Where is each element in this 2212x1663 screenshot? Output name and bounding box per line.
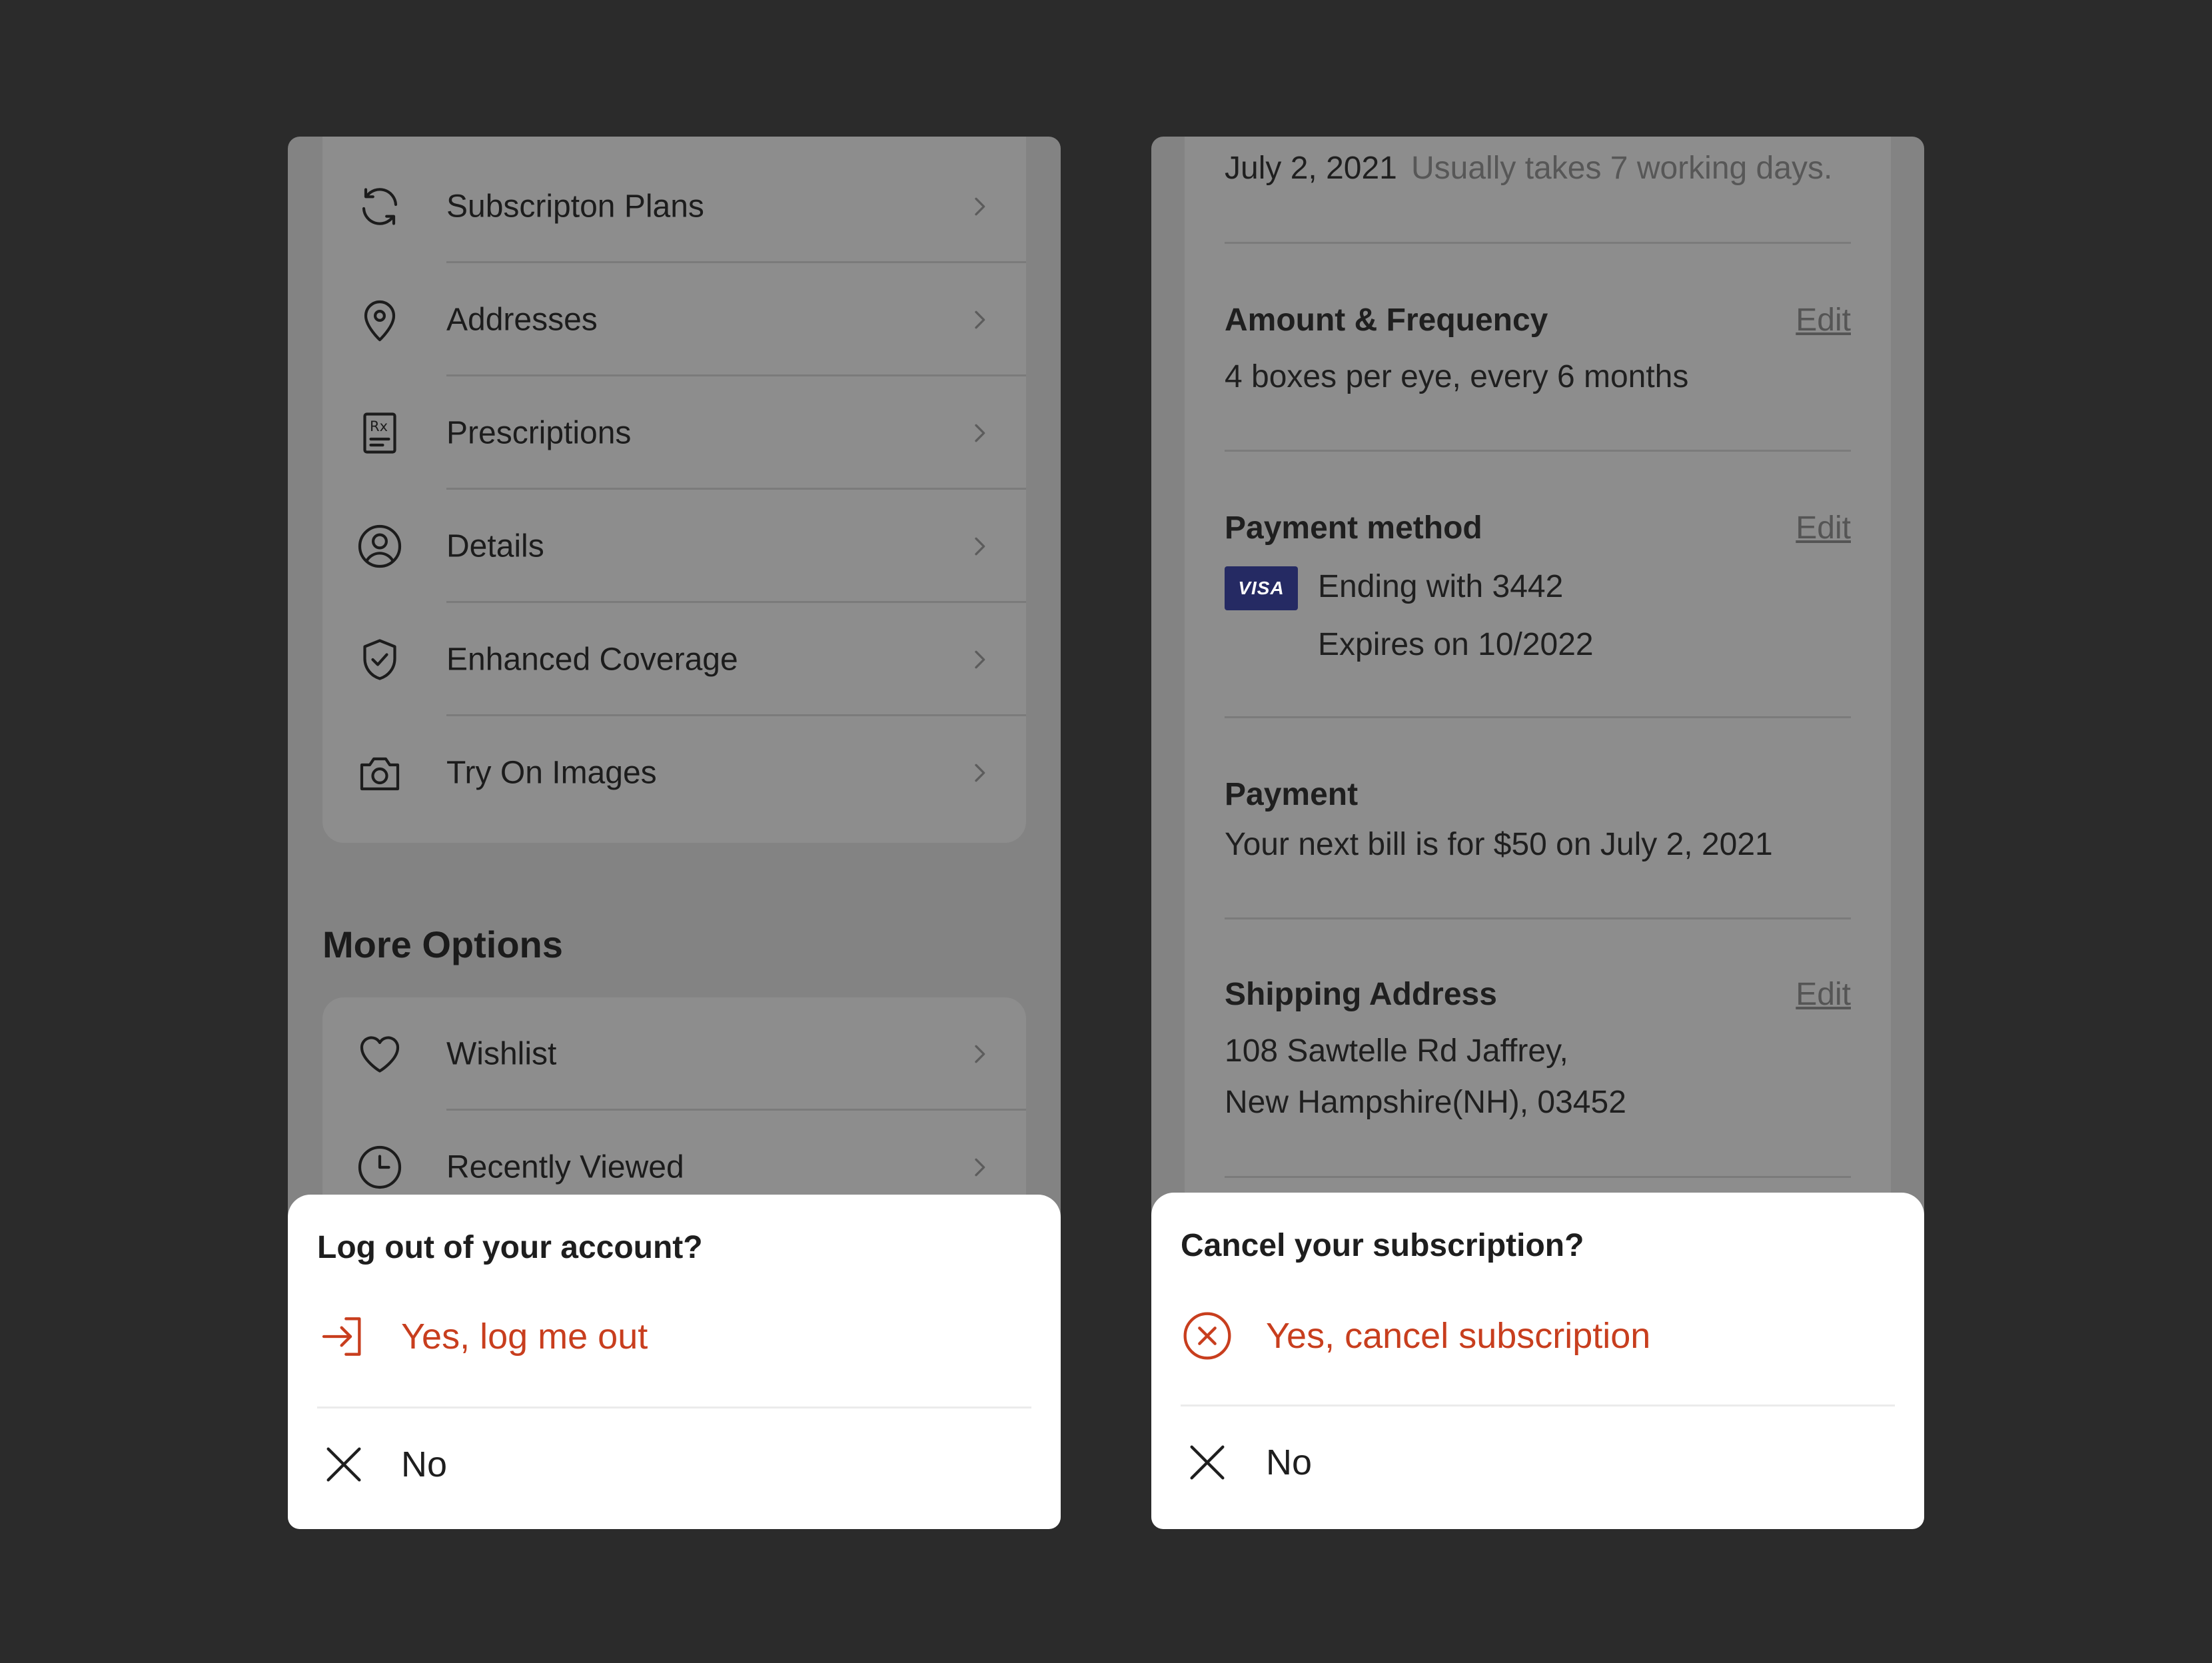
edit-payment-method-link[interactable]: Edit — [1796, 510, 1851, 546]
cancel-subscription-confirm-button[interactable]: Yes, cancel subscription — [1151, 1293, 1924, 1379]
svg-text:Rx: Rx — [370, 418, 388, 434]
next-bill-text: Your next bill is for $50 on July 2, 202… — [1225, 827, 1773, 862]
sheet-title: Cancel your subscription? — [1181, 1228, 1584, 1263]
cancel-subscription-bottom-sheet: Cancel your subscription? Yes, cancel su… — [1151, 1193, 1924, 1529]
subscription-screen: July 2, 2021 Usually takes 7 working day… — [1151, 137, 1924, 1529]
menu-item-enhanced-coverage[interactable]: Enhanced Coverage — [322, 603, 1026, 716]
divider — [317, 1406, 1031, 1408]
menu-item-label: Details — [446, 528, 544, 564]
account-screen: Subscripton Plans Addresses Rx Prescript… — [288, 137, 1061, 1529]
logout-icon — [317, 1310, 370, 1363]
visa-card-icon: VISA — [1225, 566, 1298, 610]
shipping-address-title: Shipping Address — [1225, 977, 1497, 1012]
cancel-subscription-no-button[interactable]: No — [1151, 1419, 1924, 1506]
chevron-right-icon — [966, 1154, 993, 1181]
menu-item-label: Wishlist — [446, 1036, 557, 1072]
chevron-right-icon — [966, 193, 993, 220]
shield-check-icon — [356, 636, 404, 684]
logout-cancel-button[interactable]: No — [288, 1421, 1061, 1508]
menu-item-prescriptions[interactable]: Rx Prescriptions — [322, 376, 1026, 490]
logout-bottom-sheet: Log out of your account? Yes, log me out… — [288, 1195, 1061, 1529]
menu-item-label: Try On Images — [446, 755, 657, 791]
menu-item-label: Subscripton Plans — [446, 189, 704, 225]
divider — [1225, 716, 1851, 718]
prescription-icon: Rx — [356, 409, 404, 457]
edit-shipping-address-link[interactable]: Edit — [1796, 976, 1851, 1013]
user-circle-icon — [356, 522, 404, 570]
refresh-icon — [356, 183, 404, 231]
divider — [1181, 1404, 1895, 1406]
menu-item-label: Recently Viewed — [446, 1149, 684, 1185]
menu-item-addresses[interactable]: Addresses — [322, 263, 1026, 376]
delivery-date: July 2, 2021 — [1225, 151, 1397, 186]
amount-frequency-value: 4 boxes per eye, every 6 months — [1225, 359, 1689, 394]
payment-title: Payment — [1225, 777, 1359, 812]
divider — [1225, 242, 1851, 244]
card-ending: Ending with 3442 — [1318, 569, 1564, 604]
logout-confirm-label: Yes, log me out — [401, 1317, 648, 1357]
amount-frequency-title: Amount & Frequency — [1225, 302, 1548, 338]
logout-cancel-label: No — [401, 1444, 448, 1484]
heart-icon — [356, 1030, 404, 1078]
delivery-note: Usually takes 7 working days. — [1411, 151, 1833, 186]
address-line-1: 108 Sawtelle Rd Jaffrey, — [1225, 1033, 1568, 1069]
cancel-subscription-no-label: No — [1266, 1442, 1313, 1482]
divider — [1225, 917, 1851, 919]
address-line-2: New Hampshire(NH), 03452 — [1225, 1085, 1626, 1120]
menu-item-try-on-images[interactable]: Try On Images — [322, 716, 1026, 830]
chevron-right-icon — [966, 306, 993, 333]
close-icon — [317, 1438, 370, 1491]
menu-item-details[interactable]: Details — [322, 490, 1026, 603]
chevron-right-icon — [966, 1041, 993, 1067]
account-menu-card: Subscripton Plans Addresses Rx Prescript… — [322, 137, 1026, 843]
menu-item-label: Enhanced Coverage — [446, 642, 738, 678]
clock-icon — [356, 1143, 404, 1191]
chevron-right-icon — [966, 646, 993, 673]
menu-item-subscription-plans[interactable]: Subscripton Plans — [322, 150, 1026, 263]
menu-item-label: Addresses — [446, 302, 598, 338]
more-options-heading: More Options — [322, 923, 563, 965]
chevron-right-icon — [966, 760, 993, 786]
payment-method-title: Payment method — [1225, 510, 1482, 546]
close-icon — [1181, 1436, 1234, 1489]
location-pin-icon — [356, 296, 404, 344]
divider — [1225, 1176, 1851, 1178]
cancel-subscription-confirm-label: Yes, cancel subscription — [1266, 1316, 1651, 1356]
edit-amount-frequency-link[interactable]: Edit — [1796, 302, 1851, 338]
menu-item-wishlist[interactable]: Wishlist — [322, 997, 1026, 1111]
chevron-right-icon — [966, 420, 993, 446]
sheet-title: Log out of your account? — [317, 1230, 703, 1265]
camera-icon — [356, 749, 404, 797]
menu-item-label: Prescriptions — [446, 415, 632, 451]
logout-confirm-button[interactable]: Yes, log me out — [288, 1293, 1061, 1380]
card-expiry: Expires on 10/2022 — [1318, 627, 1594, 662]
divider — [1225, 450, 1851, 452]
cancel-circle-icon — [1181, 1309, 1234, 1363]
chevron-right-icon — [966, 533, 993, 560]
